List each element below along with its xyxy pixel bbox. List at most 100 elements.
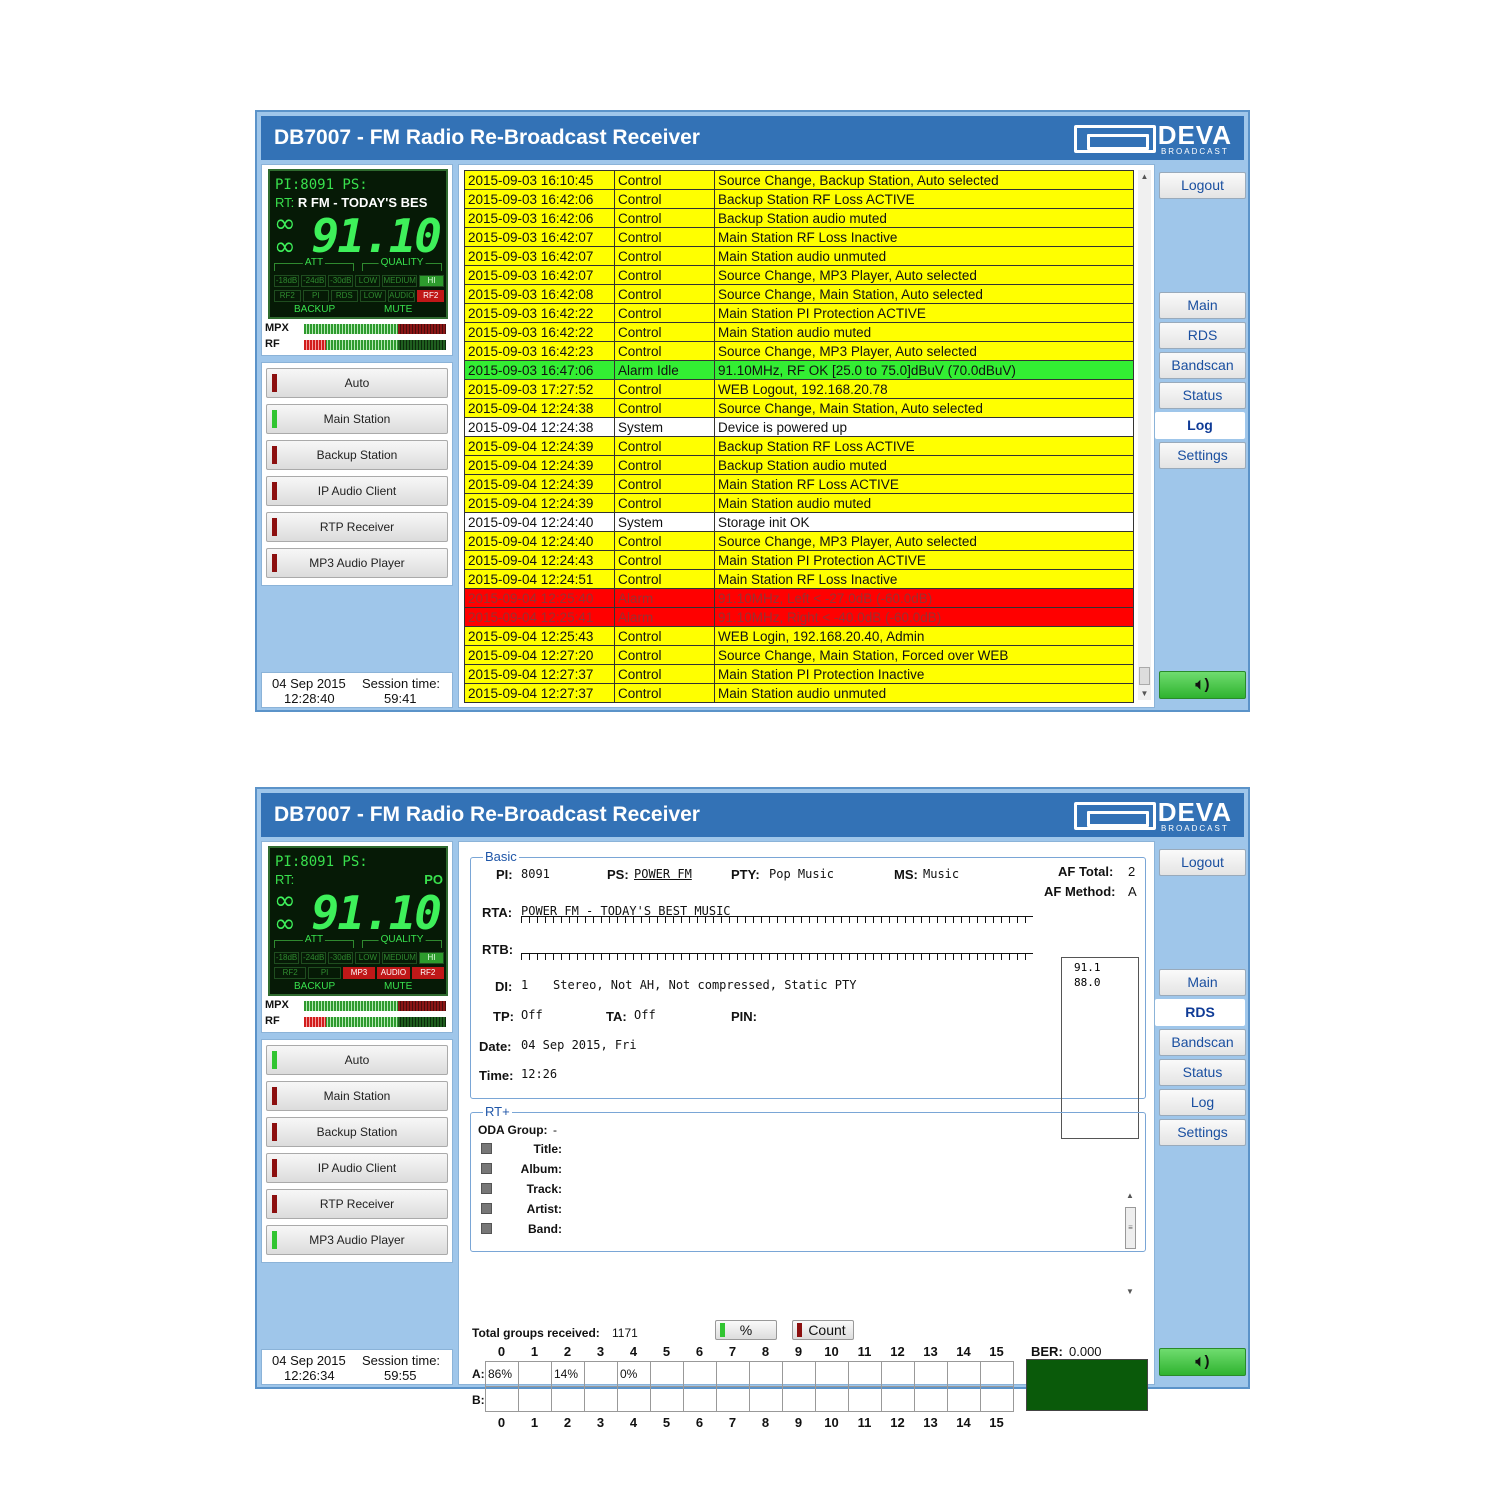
tab-bandscan[interactable]: Bandscan	[1159, 1029, 1246, 1056]
album-checkbox[interactable]	[481, 1163, 492, 1174]
source-label: MP3 Audio Player	[309, 556, 405, 570]
source-ip-audio-client-button[interactable]: IP Audio Client	[266, 476, 448, 506]
source-ip-audio-client-button[interactable]: IP Audio Client	[266, 1153, 448, 1183]
group-cell	[815, 1361, 849, 1387]
tab-main[interactable]: Main	[1159, 292, 1246, 319]
track-checkbox[interactable]	[481, 1183, 492, 1194]
status-led-off	[272, 374, 277, 392]
rtplus-legend: RT+	[483, 1104, 512, 1119]
scroll-up-icon[interactable]: ▲	[1123, 1191, 1137, 1200]
log-type: Control	[614, 322, 715, 342]
row-a-label: A:	[472, 1367, 485, 1381]
log-timestamp: 2015-09-03 16:42:07	[464, 265, 615, 285]
group-cell	[749, 1361, 783, 1387]
logout-button[interactable]: Logout	[1159, 849, 1246, 876]
source-mp3-player-button[interactable]: MP3 Audio Player	[266, 548, 448, 578]
log-message: 91.10MHz, Right < -40.0dB (-60.0dB)	[714, 607, 1134, 627]
lcd-cell: RF2	[274, 290, 301, 302]
log-row: 2015-09-03 16:42:06 Control Backup Station…	[464, 189, 1134, 209]
log-timestamp: 2015-09-04 12:24:38	[464, 398, 615, 418]
log-message: Source Change, MP3 Player, Auto selected	[714, 531, 1134, 551]
speaker-button[interactable]: 🔈︎)	[1159, 671, 1246, 699]
group-cell	[980, 1361, 1014, 1387]
source-main-station-button[interactable]: Main Station	[266, 404, 448, 434]
tab-settings[interactable]: Settings	[1159, 442, 1246, 469]
log-message: Source Change, Backup Station, Auto sele…	[714, 170, 1134, 190]
status-led-off	[272, 1123, 277, 1141]
scroll-up-icon[interactable]: ▲	[1138, 170, 1151, 183]
group-cell	[947, 1361, 981, 1387]
log-row: 2015-09-03 16:42:22 Control Main Station P…	[464, 303, 1134, 323]
lcd-att-group: ATT	[274, 257, 354, 271]
group-number: 3	[596, 1415, 605, 1430]
speaker-button[interactable]: 🔈︎)	[1159, 1348, 1246, 1376]
scroll-thumb[interactable]: ≡	[1125, 1207, 1136, 1249]
group-number: 4	[629, 1415, 638, 1430]
af-list-item[interactable]: 88.0	[1074, 975, 1126, 990]
log-timestamp: 2015-09-04 12:25:43	[464, 626, 615, 646]
artist-checkbox[interactable]	[481, 1203, 492, 1214]
lcd-cell: LOW	[355, 275, 381, 287]
date-session-box: 04 Sep 2015 12:28:40 Session time: 59:41	[261, 672, 453, 708]
logout-button[interactable]: Logout	[1159, 172, 1246, 199]
percent-button[interactable]: %	[715, 1320, 777, 1340]
group-cell	[518, 1386, 552, 1412]
log-timestamp: 2015-09-04 12:24:38	[464, 417, 615, 437]
scroll-down-icon[interactable]: ▼	[1138, 687, 1151, 700]
scroll-thumb[interactable]	[1139, 667, 1150, 685]
scroll-down-icon[interactable]: ▼	[1123, 1287, 1137, 1296]
group-cell	[980, 1386, 1014, 1412]
log-row: 2015-09-03 16:42:08 Control Source Change,…	[464, 284, 1134, 304]
log-timestamp: 2015-09-03 17:27:52	[464, 379, 615, 399]
count-button[interactable]: Count	[792, 1320, 854, 1340]
tab-log[interactable]: Log	[1159, 1089, 1246, 1116]
source-auto-button[interactable]: Auto	[266, 1045, 448, 1075]
source-label: RTP Receiver	[319, 1197, 395, 1211]
count-label: Count	[808, 1322, 846, 1338]
log-type: Control	[614, 550, 715, 570]
source-backup-station-button[interactable]: Backup Station	[266, 440, 448, 470]
tab-settings[interactable]: Settings	[1159, 1119, 1246, 1146]
log-scrollbar[interactable]: ▲ ▼	[1138, 170, 1151, 700]
ms-value: Music	[923, 867, 960, 881]
log-message: Main Station RF Loss ACTIVE	[714, 474, 1134, 494]
log-message: Storage init OK	[714, 512, 1134, 532]
log-message: Main Station audio muted	[714, 493, 1134, 513]
af-list-item[interactable]: 91.1	[1074, 960, 1126, 975]
group-number: 8	[761, 1415, 770, 1430]
rtplus-track-label: Track:	[526, 1182, 562, 1196]
logo-text: DEVA	[1157, 797, 1232, 827]
oda-label: ODA Group:	[478, 1123, 548, 1137]
log-message: Device is powered up	[714, 417, 1134, 437]
source-backup-station-button[interactable]: Backup Station	[266, 1117, 448, 1147]
tab-log[interactable]: Log	[1155, 412, 1245, 439]
tab-main[interactable]: Main	[1159, 969, 1246, 996]
rds-date-label: Date:	[479, 1039, 512, 1054]
tab-rds[interactable]: RDS	[1155, 999, 1245, 1026]
log-type: Control	[614, 436, 715, 456]
source-main-station-button[interactable]: Main Station	[266, 1081, 448, 1111]
log-timestamp: 2015-09-03 16:42:22	[464, 322, 615, 342]
tab-bandscan[interactable]: Bandscan	[1159, 352, 1246, 379]
tab-status[interactable]: Status	[1159, 382, 1246, 409]
tab-status[interactable]: Status	[1159, 1059, 1246, 1086]
rf-meter: RF	[262, 1015, 448, 1029]
log-row: 2015-09-04 12:24:39 Control Main Station R…	[464, 474, 1134, 494]
log-row: 2015-09-04 12:25:41 Alarm 91.10MHz, Right …	[464, 607, 1134, 627]
band-checkbox[interactable]	[481, 1223, 492, 1234]
title-checkbox[interactable]	[481, 1143, 492, 1154]
log-row: 2015-09-04 12:27:20 Control Source Change,…	[464, 645, 1134, 665]
log-message: Main Station RF Loss Inactive	[714, 227, 1134, 247]
group-number: 1	[530, 1344, 539, 1359]
tab-rds[interactable]: RDS	[1159, 322, 1246, 349]
log-row: 2015-09-03 16:42:06 Control Backup Station…	[464, 208, 1134, 228]
log-type: System	[614, 417, 715, 437]
source-mp3-player-button[interactable]: MP3 Audio Player	[266, 1225, 448, 1255]
source-auto-button[interactable]: Auto	[266, 368, 448, 398]
log-timestamp: 2015-09-03 16:42:07	[464, 246, 615, 266]
lcd-frequency: 91.10	[311, 209, 442, 263]
rtplus-scrollbar[interactable]: ▲ ≡ ▼	[1123, 1191, 1137, 1296]
source-rtp-receiver-button[interactable]: RTP Receiver	[266, 1189, 448, 1219]
lcd-screen: PI:8091 PS: RT: PO ∞ ∞ 91.10 ATT QUALITY -…	[268, 846, 448, 996]
source-rtp-receiver-button[interactable]: RTP Receiver	[266, 512, 448, 542]
